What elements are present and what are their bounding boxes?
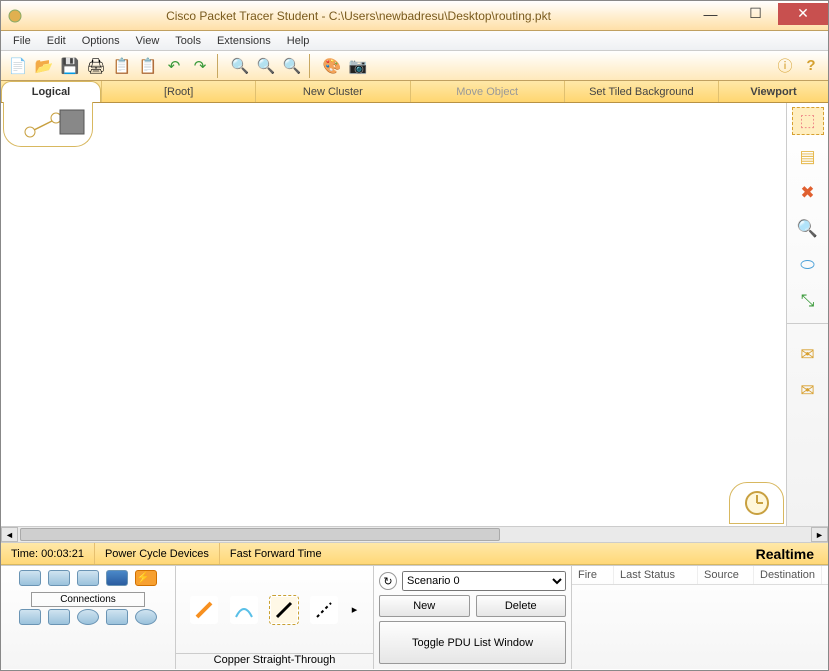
connection-type-label: Copper Straight-Through: [176, 653, 373, 669]
logical-knob[interactable]: [3, 102, 93, 147]
scroll-thumb[interactable]: [20, 528, 500, 541]
tab-logical[interactable]: Logical: [1, 81, 101, 102]
menubar: File Edit Options View Tools Extensions …: [1, 31, 828, 51]
separator: [309, 54, 315, 78]
multiuser-icon[interactable]: [135, 609, 157, 625]
menu-options[interactable]: Options: [76, 33, 126, 49]
copy-icon[interactable]: 📋: [111, 55, 133, 77]
h-scrollbar[interactable]: ◄ ►: [1, 526, 828, 543]
scenario-cycle-icon[interactable]: ↻: [379, 572, 397, 590]
redo-icon[interactable]: ↷: [189, 55, 211, 77]
auto-connect-icon[interactable]: [190, 596, 218, 624]
draw-tool-icon[interactable]: ⬭: [792, 251, 824, 279]
copper-straight-icon[interactable]: [270, 596, 298, 624]
event-list: Fire Last Status Source Destination: [572, 566, 828, 669]
col-source[interactable]: Source: [698, 566, 754, 584]
simple-pdu-icon[interactable]: ✉: [792, 341, 824, 369]
main-toolbar: 📄 📂 💾 🖨 📋 📋 ↶ ↷ 🔍 🔍 🔍 🎨 📷 ⓘ ?: [1, 51, 828, 81]
save-icon[interactable]: 💾: [59, 55, 81, 77]
menu-tools[interactable]: Tools: [169, 33, 207, 49]
col-last-status[interactable]: Last Status: [614, 566, 698, 584]
btn-move-object[interactable]: Move Object: [410, 81, 564, 102]
btn-new-cluster[interactable]: New Cluster: [255, 81, 409, 102]
close-button[interactable]: ✕: [778, 3, 828, 25]
fast-forward-button[interactable]: Fast Forward Time: [220, 543, 332, 564]
zoom-in-icon[interactable]: 🔍: [229, 55, 251, 77]
scroll-right-icon[interactable]: ►: [811, 527, 828, 542]
new-file-icon[interactable]: 📄: [7, 55, 29, 77]
bottom-panel: ⚡ Connections ▸ Copper Straight-Through …: [1, 565, 828, 669]
paste-icon[interactable]: 📋: [137, 55, 159, 77]
scenario-panel: ↻ Scenario 0 New Delete Toggle PDU List …: [374, 566, 572, 669]
scenario-delete-button[interactable]: Delete: [476, 595, 567, 617]
device-palette: ⚡ Connections: [1, 566, 176, 669]
open-file-icon[interactable]: 📂: [33, 55, 55, 77]
zoom-reset-icon[interactable]: 🔍: [255, 55, 277, 77]
resize-tool-icon[interactable]: ⤡: [792, 287, 824, 315]
realtime-knob[interactable]: [729, 482, 784, 524]
info-icon[interactable]: ⓘ: [774, 55, 796, 77]
menu-edit[interactable]: Edit: [41, 33, 72, 49]
scenario-select[interactable]: Scenario 0: [402, 571, 566, 591]
palette-icon[interactable]: 🎨: [321, 55, 343, 77]
view-tabbar: Logical [Root] New Cluster Move Object S…: [1, 81, 828, 103]
toggle-pdu-button[interactable]: Toggle PDU List Window: [379, 621, 566, 664]
sim-time: Time: 00:03:21: [1, 543, 95, 564]
security-icon[interactable]: [48, 609, 70, 625]
scenario-new-button[interactable]: New: [379, 595, 470, 617]
workspace-row: Grafici PC-PTPC2_GRA PC-PTPC3_GRA Progra…: [1, 103, 828, 526]
minimize-button[interactable]: —: [688, 3, 733, 25]
menu-view[interactable]: View: [130, 33, 166, 49]
titlebar: Cisco Packet Tracer Student - C:\Users\n…: [1, 1, 828, 31]
window-title: Cisco Packet Tracer Student - C:\Users\n…: [29, 9, 688, 23]
menu-file[interactable]: File: [7, 33, 37, 49]
connection-types: ▸ Copper Straight-Through: [176, 566, 374, 669]
maximize-button[interactable]: ☐: [733, 3, 778, 25]
wireless-category-icon[interactable]: [106, 570, 128, 586]
switch-category-icon[interactable]: [48, 570, 70, 586]
console-cable-icon[interactable]: [230, 596, 258, 624]
complex-pdu-icon[interactable]: ✉: [792, 377, 824, 405]
inspect-tool-icon[interactable]: 🔍: [792, 215, 824, 243]
zoom-out-icon[interactable]: 🔍: [281, 55, 303, 77]
btn-root[interactable]: [Root]: [101, 81, 255, 102]
connections-category-icon[interactable]: ⚡: [135, 570, 157, 586]
wan-icon[interactable]: [77, 609, 99, 625]
help-icon[interactable]: ?: [800, 55, 822, 77]
custom-device-icon[interactable]: 📷: [347, 55, 369, 77]
timebar: Time: 00:03:21 Power Cycle Devices Fast …: [1, 543, 828, 565]
palette-caption: Connections: [31, 592, 145, 607]
hub-category-icon[interactable]: [77, 570, 99, 586]
menu-help[interactable]: Help: [281, 33, 316, 49]
separator: [217, 54, 223, 78]
btn-viewport[interactable]: Viewport: [718, 81, 828, 102]
app-icon: [5, 6, 25, 26]
power-cycle-button[interactable]: Power Cycle Devices: [95, 543, 220, 564]
menu-extensions[interactable]: Extensions: [211, 33, 277, 49]
router-category-icon[interactable]: [19, 570, 41, 586]
copper-cross-icon[interactable]: [310, 596, 338, 624]
scroll-left-icon[interactable]: ◄: [1, 527, 18, 542]
print-icon[interactable]: 🖨: [85, 55, 107, 77]
note-tool-icon[interactable]: ▤: [792, 143, 824, 171]
delete-tool-icon[interactable]: ✖: [792, 179, 824, 207]
custom-icon[interactable]: [106, 609, 128, 625]
end-device-icon[interactable]: [19, 609, 41, 625]
col-fire[interactable]: Fire: [572, 566, 614, 584]
btn-tiled-bg[interactable]: Set Tiled Background: [564, 81, 718, 102]
select-tool-icon[interactable]: ⬚: [792, 107, 824, 135]
scroll-track[interactable]: [18, 527, 811, 542]
right-toolbox: ⬚ ▤ ✖ 🔍 ⬭ ⤡ ✉ ✉: [786, 103, 828, 526]
col-destination[interactable]: Destination: [754, 566, 822, 584]
realtime-label: Realtime: [746, 543, 828, 564]
undo-icon[interactable]: ↶: [163, 55, 185, 77]
